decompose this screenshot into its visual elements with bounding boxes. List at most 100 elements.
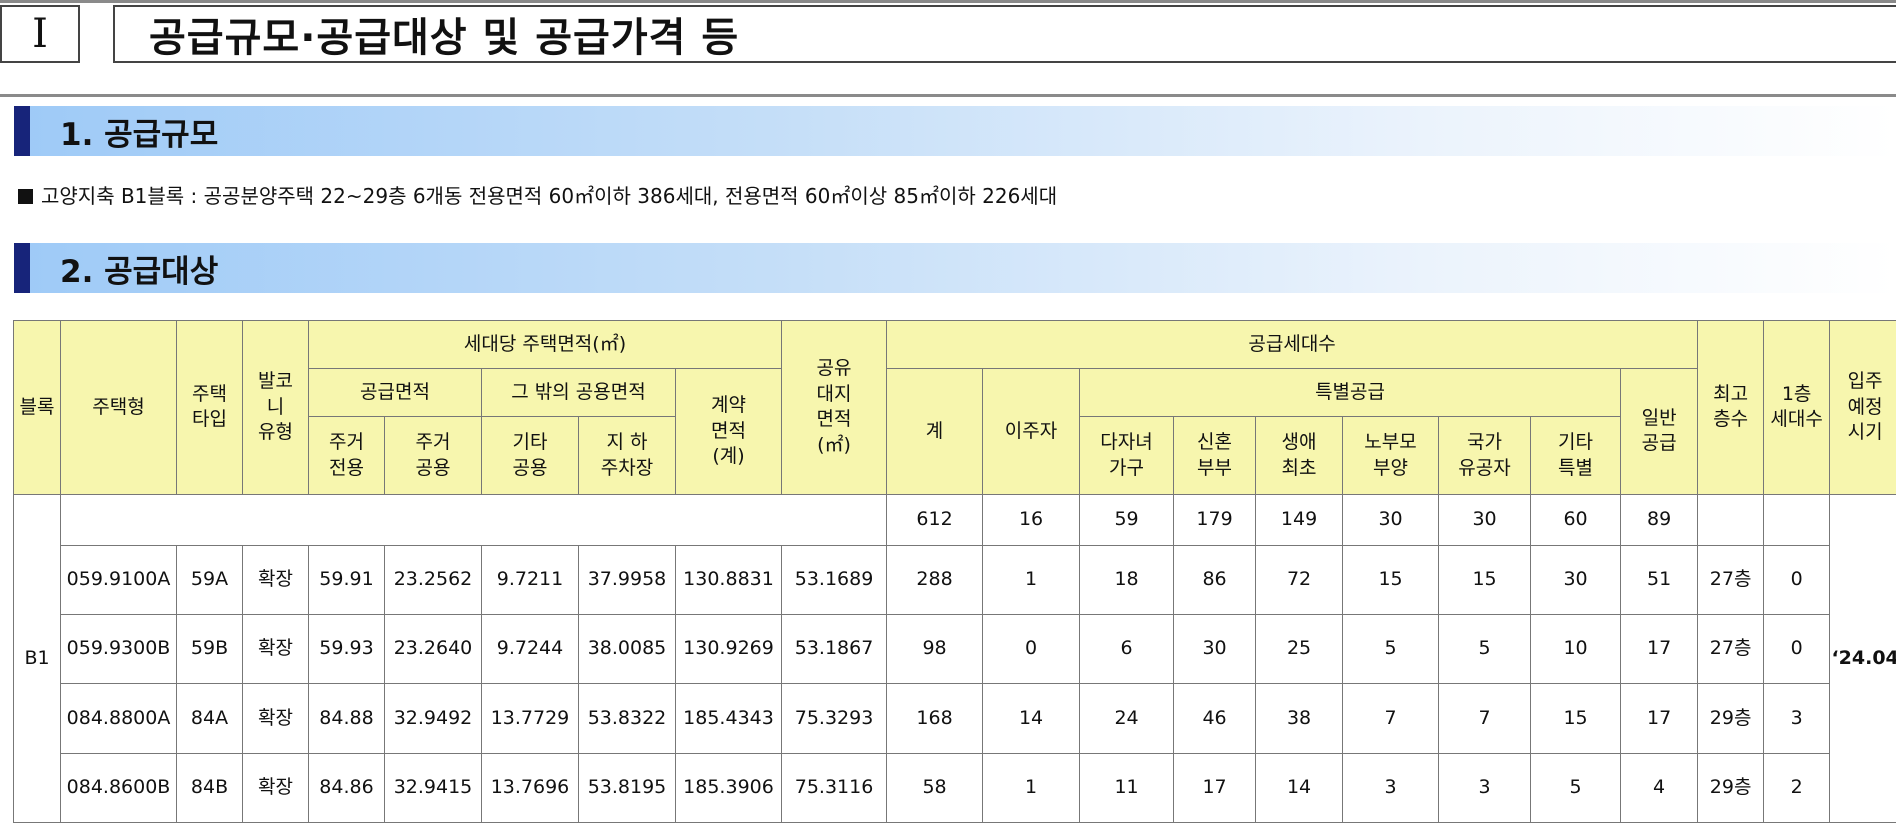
cell-first-time: 38 xyxy=(1255,683,1344,754)
cell-general: 89 xyxy=(1620,493,1699,546)
header-block: 블록 xyxy=(13,320,61,495)
cell-other-special: 10 xyxy=(1530,614,1622,685)
header-other-special-line2: 특별 xyxy=(1558,456,1594,479)
cell-balcony: 확장 xyxy=(242,544,309,616)
header-general: 일반 공급 xyxy=(1620,368,1699,495)
cell-other-special: 30 xyxy=(1530,544,1622,616)
supply-table: 블록 주택형 주택 타입 발코 니 유형 세대당 주택면적(㎡) 공유 대지 면적 (㎡) … xyxy=(13,319,1896,824)
header-general-line1: 일반 xyxy=(1641,406,1677,429)
header-balcony-line3: 유형 xyxy=(258,421,293,444)
cell-first-floor: 0 xyxy=(1763,614,1831,685)
cell-exclusive: 84.86 xyxy=(308,752,385,824)
cell-total: 98 xyxy=(886,614,984,685)
cell-contract: 185.3906 xyxy=(674,752,783,824)
header-parking: 지 하 주차장 xyxy=(578,416,676,495)
cell-max-floor xyxy=(1697,493,1765,546)
cell-relocatee: 0 xyxy=(982,614,1081,685)
cell-merit: 15 xyxy=(1438,544,1532,616)
header-contract-line2: 면적 xyxy=(711,419,746,442)
header-land-area: 공유 대지 면적 (㎡) xyxy=(781,320,888,495)
table-row: 084.8800A 84A 확장 84.88 32.9492 13.7729 5… xyxy=(14,683,1896,754)
cell-exclusive: 59.91 xyxy=(308,544,385,616)
cell-land: 75.3293 xyxy=(781,683,888,754)
header-move-in: 입주 예정 시기 xyxy=(1829,320,1896,495)
header-elderly-line2: 부양 xyxy=(1373,456,1409,479)
header-parking-line1: 지 하 xyxy=(606,430,648,453)
header-households-group: 공급세대수 xyxy=(886,319,1699,370)
header-common: 주거공용 xyxy=(384,416,482,495)
cell-relocatee: 14 xyxy=(982,683,1081,754)
cell-newlywed: 17 xyxy=(1173,752,1257,824)
header-first-time: 생애 최초 xyxy=(1255,416,1344,495)
header-other-line2: 공용 xyxy=(512,456,548,479)
header-area-group: 세대당 주택면적(㎡) xyxy=(307,319,783,370)
cell-merit: 30 xyxy=(1438,493,1532,546)
header-move-in-line1: 입주 xyxy=(1847,369,1883,392)
cell-housing-type: 084.8800A xyxy=(60,683,177,754)
cell-other: 9.7244 xyxy=(481,614,579,685)
header-merit-line1: 국가 xyxy=(1467,430,1503,453)
section-heading-supply-scale: 1. 공급규모 xyxy=(14,106,1896,156)
header-exclusive: 주거 전용 xyxy=(308,416,385,495)
header-newlywed-line1: 신혼 xyxy=(1197,430,1233,453)
cell-elderly: 3 xyxy=(1342,752,1440,824)
cell-first-time: 149 xyxy=(1255,493,1344,546)
cell-total: 58 xyxy=(886,752,984,824)
cell-multi-child: 18 xyxy=(1079,544,1175,616)
header-merit-line2: 유공자 xyxy=(1458,456,1511,479)
header-max-floor-line1: 최고 xyxy=(1713,382,1749,405)
header-exclusive-line2: 전용 xyxy=(329,456,364,479)
header-land-line2: 대지 xyxy=(816,382,852,405)
cell-type: 59B xyxy=(176,614,243,685)
cell-relocatee: 1 xyxy=(982,544,1081,616)
header-max-floor: 최고 층수 xyxy=(1697,320,1765,495)
cell-contract: 130.8831 xyxy=(674,544,783,616)
header-other: 기타 공용 xyxy=(481,416,579,495)
cell-type: 84A xyxy=(176,683,243,754)
cell-common: 23.2640 xyxy=(384,614,482,685)
cell-parking: 37.9958 xyxy=(578,544,676,616)
block-cell: B1 xyxy=(13,493,61,824)
cell-first-floor xyxy=(1763,493,1831,546)
header-other-special-line1: 기타 xyxy=(1558,430,1594,453)
cell-multi-child: 11 xyxy=(1079,752,1175,824)
section-marker xyxy=(14,243,30,293)
summary-text: 고양지축 B1블록 : 공공분양주택 22~29층 6개동 전용면적 60㎡이하… xyxy=(41,184,1058,208)
cell-merit: 5 xyxy=(1438,614,1532,685)
cell-type: 59A xyxy=(176,544,243,616)
cell-elderly: 5 xyxy=(1342,614,1440,685)
move-in-cell: ‘24.04 xyxy=(1829,493,1896,824)
cell-land: 53.1867 xyxy=(781,614,888,685)
cell-other-special: 60 xyxy=(1530,493,1622,546)
cell-multi-child: 6 xyxy=(1079,614,1175,685)
cell-relocatee: 1 xyxy=(982,752,1081,824)
cell-newlywed: 179 xyxy=(1173,493,1257,546)
cell-first-time: 14 xyxy=(1255,752,1344,824)
table-row: 084.8600B 84B 확장 84.86 32.9415 13.7696 5… xyxy=(14,752,1896,824)
cell-housing-type: 084.8600B xyxy=(60,752,177,824)
header-supply-area: 공급면적 xyxy=(308,368,482,418)
header-contract-line3: (계) xyxy=(712,445,745,468)
header-common-line2: 공용 xyxy=(415,456,451,479)
top-rule xyxy=(0,0,1896,3)
cell-balcony: 확장 xyxy=(242,683,309,754)
header-first-floor: 1층 세대수 xyxy=(1763,320,1831,495)
cell-multi-child: 59 xyxy=(1079,493,1175,546)
cell-housing-type: 059.9300B xyxy=(60,614,177,685)
header-land-line3: 면적 xyxy=(816,408,852,431)
cell-max-floor: 29층 xyxy=(1697,752,1765,824)
chapter-number: I xyxy=(0,5,80,63)
section-label: 2. 공급대상 xyxy=(60,253,219,290)
cell-max-floor: 29층 xyxy=(1697,683,1765,754)
section-marker xyxy=(14,106,30,156)
cell-exclusive: 84.88 xyxy=(308,683,385,754)
cell-common: 23.2562 xyxy=(384,544,482,616)
header-elderly: 노부모 부양 xyxy=(1342,416,1440,495)
cell-multi-child: 24 xyxy=(1079,683,1175,754)
header-multi-child: 다자녀 가구 xyxy=(1079,416,1175,495)
header-common-line1: 주거 xyxy=(415,430,451,453)
cell-other: 9.7211 xyxy=(481,544,579,616)
header-first-time-line2: 최초 xyxy=(1281,456,1317,479)
cell-exclusive: 59.93 xyxy=(308,614,385,685)
cell-total: 168 xyxy=(886,683,984,754)
